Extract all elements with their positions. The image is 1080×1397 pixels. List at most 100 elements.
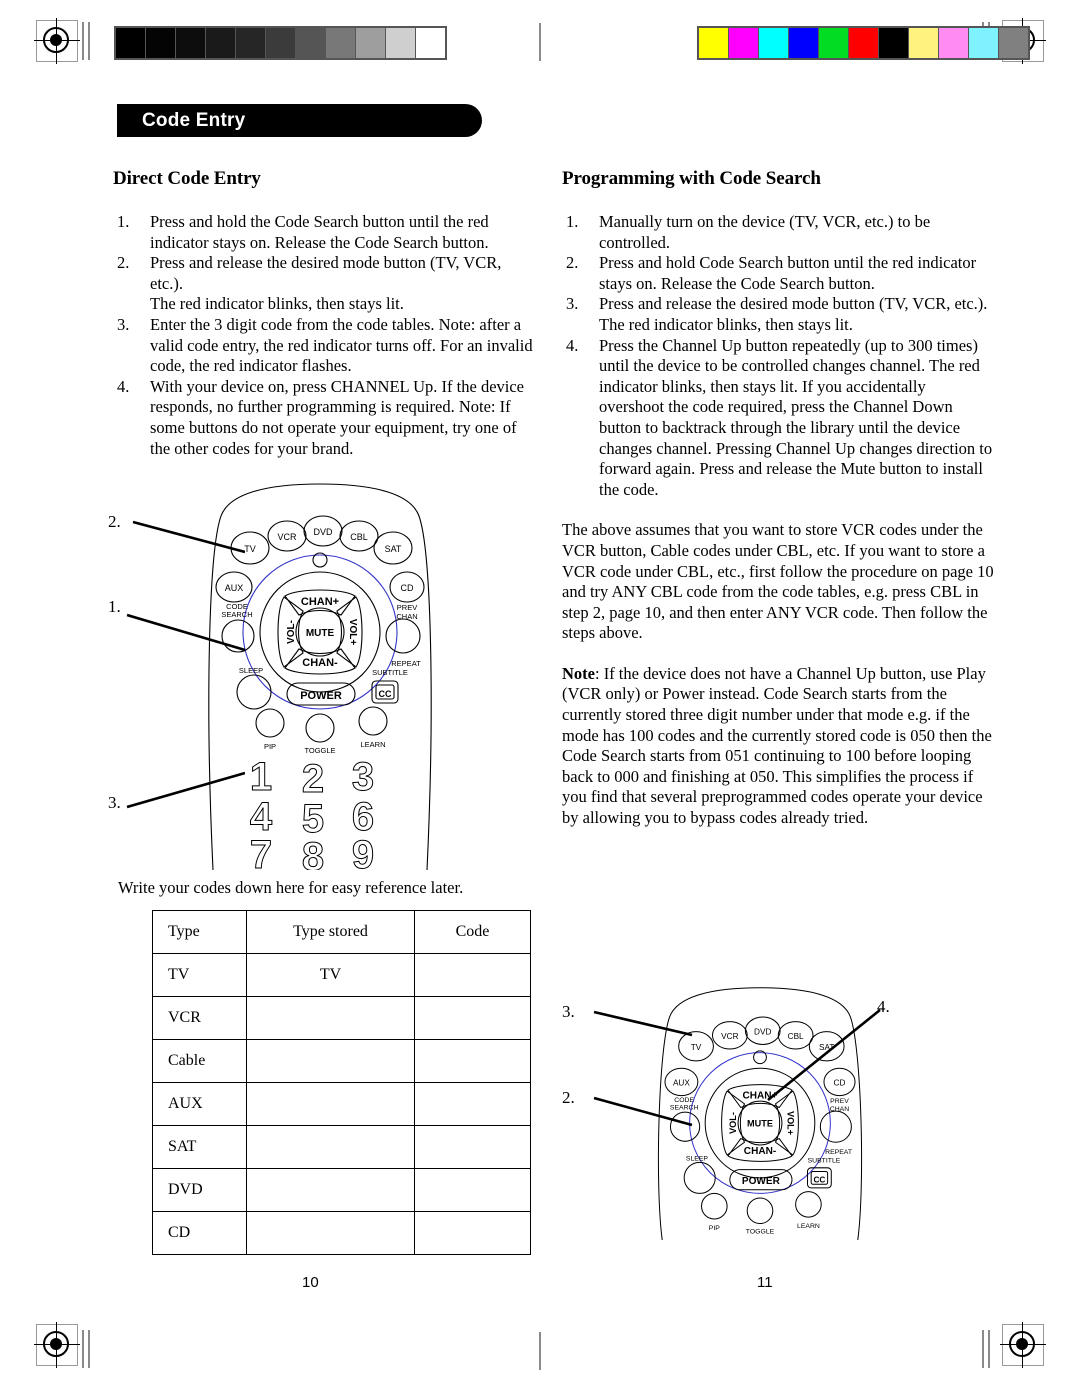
remote-btn-vol-down: VOL- bbox=[286, 620, 297, 644]
tick-bottom-right-2 bbox=[982, 1330, 984, 1368]
calibration-swatch-10 bbox=[416, 28, 445, 58]
step-item: 2. Press and release the desired mode but… bbox=[113, 253, 537, 315]
step-number: 3. bbox=[117, 314, 130, 334]
right-callout-4: 4. bbox=[877, 997, 890, 1016]
step-subtext: The red indicator blinks, then stays lit… bbox=[599, 314, 853, 334]
table-header-row: Type Type stored Code bbox=[152, 910, 531, 954]
calibration-swatch-5 bbox=[849, 28, 878, 58]
step-text: Manually turn on the device (TV, VCR, et… bbox=[599, 212, 931, 252]
table-type-cell: VCR bbox=[152, 996, 247, 1040]
remote-btn-cbl: CBL bbox=[350, 532, 368, 542]
remote-label-cc: CC bbox=[379, 689, 392, 699]
step-item: 3. Press and release the desired mode but… bbox=[562, 294, 994, 335]
page-number-left: 10 bbox=[302, 1274, 319, 1291]
code-search-steps: 1. Manually turn on the device (TV, VCR, … bbox=[562, 212, 994, 500]
right-callout-3: 3. bbox=[562, 1002, 575, 1021]
table-type-cell: Cable bbox=[152, 1039, 247, 1083]
table-type-cell: SAT bbox=[152, 1125, 247, 1169]
calibration-swatch-2 bbox=[176, 28, 205, 58]
step-number: 1. bbox=[566, 212, 579, 231]
right-callout-2: 2. bbox=[562, 1088, 575, 1107]
remote-btn-chan-up: CHAN+ bbox=[301, 596, 339, 608]
remote-btn-chan-down: CHAN- bbox=[744, 1146, 776, 1157]
remote-label-chan: CHAN bbox=[396, 612, 417, 621]
table-type-stored-cell[interactable] bbox=[246, 1211, 415, 1255]
regmark-dot bbox=[50, 1338, 62, 1350]
table-code-cell[interactable] bbox=[414, 1039, 531, 1083]
write-codes-note: Write your codes down here for easy refe… bbox=[118, 878, 464, 897]
table-code-cell[interactable] bbox=[414, 953, 531, 997]
table-code-cell[interactable] bbox=[414, 1125, 531, 1169]
remote-btn-power: POWER bbox=[300, 690, 342, 702]
tick-bottom-right bbox=[988, 1330, 990, 1368]
remote-btn-chan-down: CHAN- bbox=[302, 657, 338, 669]
table-type-stored-cell[interactable] bbox=[246, 1125, 415, 1169]
remote-key-9: 9 bbox=[352, 833, 374, 870]
remote-label-repeat: REPEAT bbox=[391, 659, 421, 668]
remote-key-2: 2 bbox=[302, 757, 324, 801]
center-tick-top bbox=[539, 23, 541, 61]
code-search-note: Note: If the device does not have a Chan… bbox=[562, 664, 994, 829]
table-code-cell[interactable] bbox=[414, 996, 531, 1040]
table-code-cell[interactable] bbox=[414, 1168, 531, 1212]
remote-label-sleep: SLEEP bbox=[686, 1156, 709, 1163]
page-banner: Code Entry bbox=[117, 104, 482, 137]
step-number: 1. bbox=[117, 212, 130, 231]
table-type-cell: AUX bbox=[152, 1082, 247, 1126]
remote-key-1: 1 bbox=[250, 755, 272, 799]
calibration-swatch-6 bbox=[879, 28, 908, 58]
direct-code-entry-steps: 1. Press and hold the Code Search button … bbox=[113, 212, 537, 459]
remote-btn-power: POWER bbox=[742, 1176, 781, 1187]
calibration-swatch-9 bbox=[386, 28, 415, 58]
table-type-stored-cell[interactable] bbox=[246, 1168, 415, 1212]
step-item: 1. Manually turn on the device (TV, VCR, … bbox=[562, 212, 994, 253]
calibration-swatch-2 bbox=[759, 28, 788, 58]
left-callout-2: 2. bbox=[108, 512, 121, 531]
calibration-swatch-3 bbox=[206, 28, 235, 58]
table-type-stored-cell[interactable] bbox=[246, 996, 415, 1040]
right-page-column: Programming with Code Search 1. Manually … bbox=[562, 168, 994, 829]
remote-key-7: 7 bbox=[250, 833, 272, 870]
color-bar-strip bbox=[697, 26, 1030, 60]
table-code-cell[interactable] bbox=[414, 1211, 531, 1255]
remote-btn-vol-up: VOL+ bbox=[347, 619, 358, 646]
calibration-swatch-4 bbox=[236, 28, 265, 58]
table-type-stored-cell[interactable] bbox=[246, 1039, 415, 1083]
table-type-cell: CD bbox=[152, 1211, 247, 1255]
step-text: Enter the 3 digit code from the code tab… bbox=[150, 314, 533, 376]
step-text: With your device on, press CHANNEL Up. I… bbox=[150, 376, 524, 458]
calibration-swatch-0 bbox=[699, 28, 728, 58]
regmark-dot bbox=[50, 34, 62, 46]
center-tick-bottom bbox=[539, 1332, 541, 1370]
remote-label-learn: LEARN bbox=[360, 740, 385, 749]
right-callout-leaders bbox=[593, 1008, 881, 1127]
step-number: 3. bbox=[566, 294, 579, 314]
calibration-swatch-8 bbox=[356, 28, 385, 58]
table-header-cell: Type bbox=[152, 910, 247, 954]
remote-label-prev: PREV bbox=[397, 603, 417, 612]
step-item: 1. Press and hold the Code Search button … bbox=[113, 212, 537, 253]
remote-label-pip: PIP bbox=[264, 742, 276, 751]
table-row: Cable bbox=[152, 1039, 531, 1083]
table-type-stored-cell[interactable]: TV bbox=[246, 953, 415, 997]
calibration-swatch-3 bbox=[789, 28, 818, 58]
step-number: 2. bbox=[117, 253, 130, 273]
calibration-swatch-6 bbox=[296, 28, 325, 58]
table-row: AUX bbox=[152, 1082, 531, 1126]
calibration-swatch-1 bbox=[146, 28, 175, 58]
left-callout-3: 3. bbox=[108, 793, 121, 812]
table-code-cell[interactable] bbox=[414, 1082, 531, 1126]
step-number: 4. bbox=[117, 376, 130, 396]
calibration-swatch-8 bbox=[939, 28, 968, 58]
left-page-column: Direct Code Entry 1. Press and hold the C… bbox=[113, 168, 537, 459]
registration-mark-bottom-right bbox=[1000, 1322, 1046, 1368]
table-type-stored-cell[interactable] bbox=[246, 1082, 415, 1126]
calibration-swatch-4 bbox=[819, 28, 848, 58]
table-header-cell: Type stored bbox=[246, 910, 415, 954]
remote-btn-mute: MUTE bbox=[306, 628, 335, 639]
codes-table-wrapper: Type Type stored Code TV TV VCR Cable AUX SAT DVD… bbox=[152, 910, 531, 1255]
remote-label-cc: CC bbox=[813, 1175, 825, 1184]
registration-mark-top-left bbox=[34, 18, 80, 64]
calibration-swatch-9 bbox=[969, 28, 998, 58]
note-text: : If the device does not have a Channel … bbox=[562, 663, 992, 828]
